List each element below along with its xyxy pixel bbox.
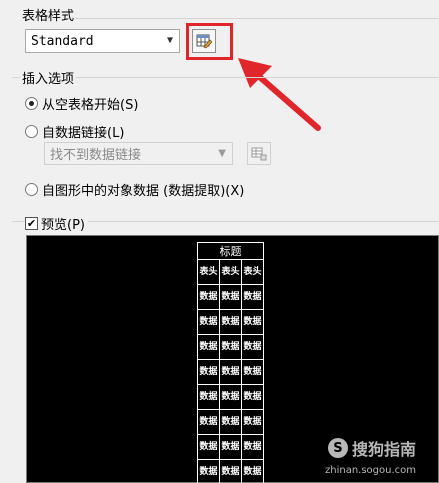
option-empty-table-radio[interactable] (25, 97, 38, 110)
option-empty-table-label: 从空表格开始(S) (42, 98, 139, 113)
table-style-group-title: 表格样式 (20, 5, 77, 24)
data-cell: 数据 (219, 434, 242, 460)
preview-data-row: 数据 数据 数据 (197, 434, 264, 460)
option-empty-table[interactable]: 从空表格开始(S) (25, 94, 138, 113)
preview-checkbox[interactable]: ✔ (25, 217, 38, 230)
data-cell: 数据 (197, 434, 220, 460)
data-cell: 数据 (241, 334, 264, 360)
preview-data-rows: 数据 数据 数据 数据 数据 数据 数据 数据 数据 数据 数据 数据 数据 数据 数据 数据 数据 数据 数据 数据… (197, 284, 264, 483)
preview-table: 标题 表头 表头 表头 数据 数据 数据 数据 数据 数据 数据 数据 数据 数据 数据 数据 数据 数据… (197, 242, 264, 483)
data-cell: 数据 (197, 459, 220, 483)
data-cell: 数据 (241, 434, 264, 460)
chevron-down-icon: ▼ (218, 148, 226, 159)
preview-data-row: 数据 数据 数据 (197, 309, 264, 335)
red-arrow-icon (238, 58, 321, 131)
chevron-down-icon: ▼ (166, 35, 173, 46)
data-cell: 数据 (241, 309, 264, 335)
option-object-data-label: 自图形中的对象数据 (数据提取)(X) (42, 184, 245, 199)
data-cell: 数据 (219, 359, 242, 385)
data-link-select-value: 找不到数据链接 (50, 148, 142, 163)
table-style-select[interactable]: Standard ▼ (25, 29, 180, 53)
preview-data-row: 数据 数据 数据 (197, 459, 264, 483)
data-cell: 数据 (219, 384, 242, 410)
data-cell: 数据 (219, 309, 242, 335)
preview-label: 预览(P) (41, 218, 85, 233)
header-cell: 表头 (241, 259, 264, 285)
data-link-select[interactable]: 找不到数据链接 ▼ (44, 142, 233, 165)
preview-data-row: 数据 数据 数据 (197, 409, 264, 435)
data-cell: 数据 (197, 284, 220, 310)
watermark-url: zhinan.sogou.com (324, 465, 416, 476)
watermark: S 搜狗指南 (327, 436, 416, 460)
data-cell: 数据 (197, 384, 220, 410)
data-cell: 数据 (219, 409, 242, 435)
table-style-select-value: Standard (31, 33, 94, 49)
preview-data-row: 数据 数据 数据 (197, 334, 264, 360)
data-cell: 数据 (197, 309, 220, 335)
option-object-data-radio[interactable] (25, 183, 38, 196)
data-cell: 数据 (241, 384, 264, 410)
data-cell: 数据 (241, 284, 264, 310)
header-cell: 表头 (197, 259, 220, 285)
data-cell: 数据 (197, 409, 220, 435)
option-data-link-label: 自数据链接(L) (42, 126, 125, 141)
insert-options-group-line (12, 77, 439, 78)
insert-options-group-title: 插入选项 (20, 68, 77, 87)
preview-toggle[interactable]: ✔ 预览(P) (25, 214, 88, 233)
table-style-launch-button[interactable] (192, 29, 216, 53)
preview-header-row: 表头 表头 表头 (197, 259, 264, 285)
preview-data-row: 数据 数据 数据 (197, 359, 264, 385)
watermark-brand: 搜狗指南 (351, 440, 416, 459)
preview-canvas: 标题 表头 表头 表头 数据 数据 数据 数据 数据 数据 数据 数据 数据 数据 数据 数据 数据 数据… (26, 235, 439, 483)
preview-data-row: 数据 数据 数据 (197, 284, 264, 310)
preview-data-row: 数据 数据 数据 (197, 384, 264, 410)
data-cell: 数据 (219, 334, 242, 360)
data-cell: 数据 (197, 359, 220, 385)
data-cell: 数据 (219, 284, 242, 310)
table-style-group-line (20, 18, 439, 19)
table-style-edit-icon (196, 34, 212, 49)
option-data-link[interactable]: 自数据链接(L) (25, 122, 124, 141)
data-cell: 数据 (241, 459, 264, 483)
preview-table-title: 标题 (197, 242, 264, 260)
data-cell: 数据 (241, 409, 264, 435)
data-link-manager-icon (251, 147, 267, 160)
data-cell: 数据 (241, 359, 264, 385)
data-cell: 数据 (197, 334, 220, 360)
data-cell: 数据 (219, 459, 242, 483)
option-data-link-radio[interactable] (25, 125, 38, 138)
header-cell: 表头 (219, 259, 242, 285)
data-link-manager-button[interactable] (247, 142, 271, 165)
watermark-logo-icon: S (327, 438, 348, 458)
option-object-data[interactable]: 自图形中的对象数据 (数据提取)(X) (25, 180, 244, 199)
